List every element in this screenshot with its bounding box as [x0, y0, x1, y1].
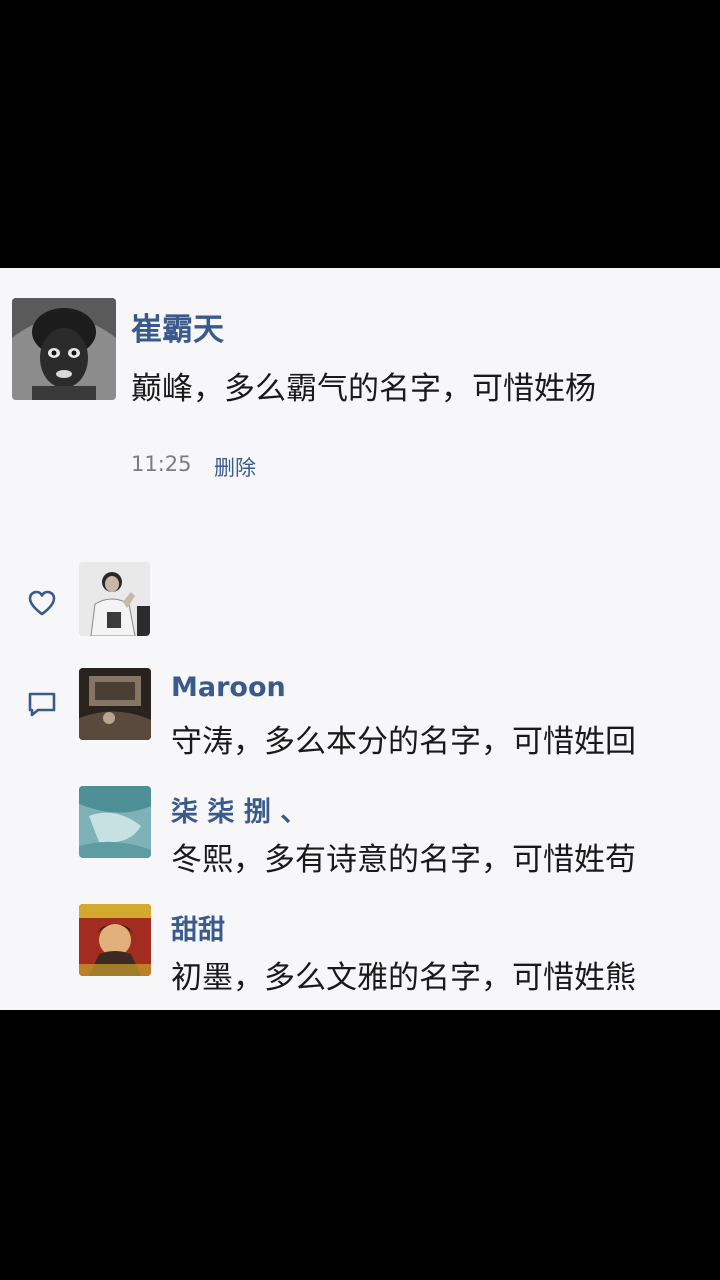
- moments-post-card: 崔霸天 巅峰，多么霸气的名字，可惜姓杨 11:25 删除 Maroon 守涛，多…: [0, 268, 720, 1010]
- comment-author-name[interactable]: Maroon: [171, 672, 286, 703]
- post-timestamp: 11:25: [131, 452, 192, 476]
- liker-avatar[interactable]: [79, 562, 150, 636]
- author-avatar[interactable]: [12, 298, 116, 400]
- comment-text: 冬熙，多有诗意的名字，可惜姓苟: [171, 842, 636, 878]
- comment-text: 守涛，多么本分的名字，可惜姓回: [171, 724, 636, 760]
- comment-author-name[interactable]: 柒 柒 捌 、: [171, 790, 307, 829]
- commenter-avatar[interactable]: [79, 786, 151, 858]
- post-text: 巅峰，多么霸气的名字，可惜姓杨: [131, 371, 596, 407]
- delete-link[interactable]: 删除: [214, 452, 256, 482]
- comment-icon: [28, 692, 56, 717]
- comment-author-name[interactable]: 甜甜: [171, 908, 225, 947]
- post-author-name[interactable]: 崔霸天: [131, 304, 224, 349]
- commenter-avatar[interactable]: [79, 668, 151, 740]
- comment-text: 初墨，多么文雅的名字，可惜姓熊: [171, 960, 636, 996]
- heart-icon: [28, 590, 56, 616]
- commenter-avatar[interactable]: [79, 904, 151, 976]
